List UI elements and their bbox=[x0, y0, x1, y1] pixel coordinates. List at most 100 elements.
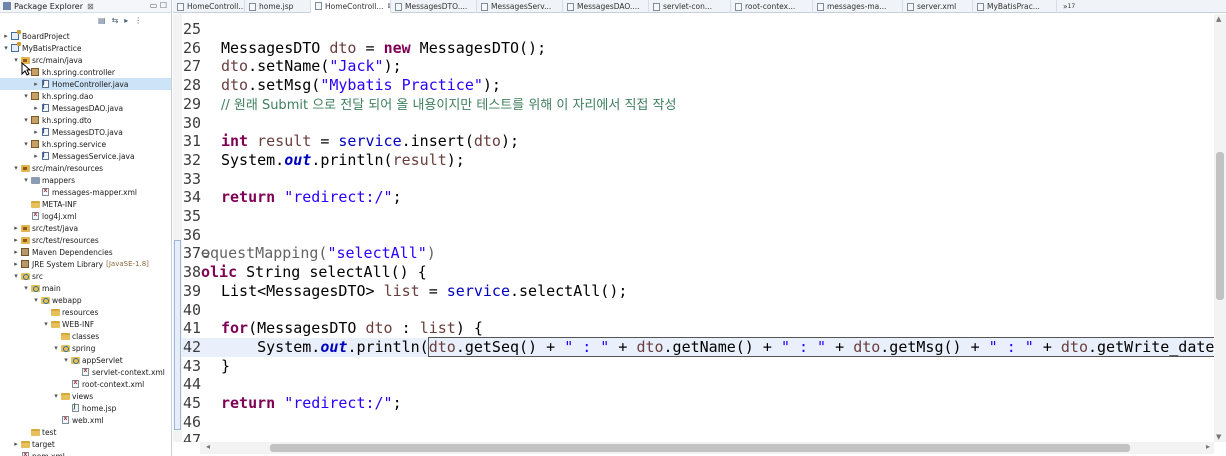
chevron-down-icon[interactable]: ▾ bbox=[12, 56, 20, 64]
tree-item[interactable]: ▾ src/main/resources bbox=[0, 162, 171, 174]
code-line[interactable]: 32 System.out.println(result); bbox=[173, 151, 1213, 170]
tree-item[interactable]: ▾ mappers bbox=[0, 174, 171, 186]
code-editor[interactable]: 25 26 MessagesDTO dto = new MessagesDTO();… bbox=[173, 14, 1226, 442]
chevron-right-icon[interactable]: ▸ bbox=[2, 32, 10, 40]
chevron-right-icon[interactable]: ▸ bbox=[32, 128, 40, 136]
tree-item[interactable]: ▸ MessagesDAO.java bbox=[0, 102, 171, 114]
code-line[interactable]: 44 bbox=[173, 375, 1213, 394]
chevron-right-icon[interactable]: ▸ bbox=[12, 236, 20, 244]
tree-item[interactable]: ▸ target bbox=[0, 438, 171, 450]
chevron-down-icon[interactable]: ▾ bbox=[62, 356, 70, 364]
chevron-down-icon[interactable]: ▾ bbox=[22, 284, 30, 292]
editor-tab[interactable]: root-contex... bbox=[731, 0, 813, 13]
tree-item[interactable]: ▾ MyBatisPractice bbox=[0, 42, 171, 54]
chevron-down-icon[interactable]: ▾ bbox=[52, 344, 60, 352]
more-options-icon[interactable]: ⋮ bbox=[134, 16, 142, 25]
code-line[interactable]: 25 bbox=[173, 20, 1213, 39]
code-line[interactable]: 30 bbox=[173, 114, 1213, 133]
vertical-scroll-thumb[interactable] bbox=[1216, 152, 1224, 300]
chevron-down-icon[interactable]: ▾ bbox=[32, 296, 40, 304]
chevron-down-icon[interactable]: ▾ bbox=[22, 92, 30, 100]
tree-item[interactable]: ▸ src/test/resources bbox=[0, 234, 171, 246]
scroll-right-icon[interactable]: ▸ bbox=[1206, 442, 1210, 451]
tree-item[interactable]: ▾ main bbox=[0, 282, 171, 294]
tree-item[interactable]: messages-mapper.xml bbox=[0, 186, 171, 198]
close-icon[interactable]: ⊠ bbox=[87, 2, 94, 11]
link-with-editor-icon[interactable]: ⇆ bbox=[112, 16, 119, 25]
tree-item[interactable]: ▸ src/test/java bbox=[0, 222, 171, 234]
code-line[interactable]: 34 return "redirect:/"; bbox=[173, 188, 1213, 207]
view-menu-icon[interactable]: ▸ bbox=[124, 16, 128, 25]
tree-item[interactable]: ▾ kh.spring.dto bbox=[0, 114, 171, 126]
chevron-right-icon[interactable]: ▸ bbox=[32, 104, 40, 112]
code-line[interactable]: 26 MessagesDTO dto = new MessagesDTO(); bbox=[173, 39, 1213, 58]
editor-tab[interactable]: messages-ma... bbox=[813, 0, 903, 13]
chevron-down-icon[interactable]: ▾ bbox=[2, 44, 10, 52]
code-line[interactable]: 33 bbox=[173, 170, 1213, 189]
tree-item[interactable]: ▾ appServlet bbox=[0, 354, 171, 366]
tree-item[interactable]: ▾ views bbox=[0, 390, 171, 402]
tree-item[interactable]: ▸ Maven Dependencies bbox=[0, 246, 171, 258]
chevron-down-icon[interactable]: ▾ bbox=[12, 272, 20, 280]
chevron-right-icon[interactable]: ▸ bbox=[12, 224, 20, 232]
tree-item[interactable]: test bbox=[0, 426, 171, 438]
code-line[interactable]: 37⊖ equestMapping("selectAll") bbox=[173, 244, 1213, 263]
editor-tab[interactable]: HomeControll...⊠ bbox=[311, 0, 391, 13]
code-line[interactable]: 36 bbox=[173, 226, 1213, 245]
tree-item[interactable]: ▸ MessagesService.java bbox=[0, 150, 171, 162]
package-explorer-header[interactable]: Package Explorer ⊠ ▭ ☐ bbox=[0, 0, 171, 13]
editor-tab[interactable]: server.xml bbox=[903, 0, 973, 13]
tree-item[interactable]: ▾ src bbox=[0, 270, 171, 282]
minimize-maximize-icons[interactable]: ▭ ☐ bbox=[150, 1, 167, 10]
tree-item[interactable]: home.jsp bbox=[0, 402, 171, 414]
tree-item[interactable]: META-INF bbox=[0, 198, 171, 210]
code-line[interactable]: 41 for(MessagesDTO dto : list) { bbox=[173, 319, 1213, 338]
editor-tab[interactable]: HomeControll... bbox=[173, 0, 245, 13]
chevron-right-icon[interactable]: ▸ bbox=[12, 440, 20, 448]
chevron-down-icon[interactable]: ▾ bbox=[12, 164, 20, 172]
code-line[interactable]: 45 return "redirect:/"; bbox=[173, 394, 1213, 413]
tree-item[interactable]: servlet-context.xml bbox=[0, 366, 171, 378]
code-line[interactable]: 40 bbox=[173, 301, 1213, 320]
tree-item[interactable]: ▾ webapp bbox=[0, 294, 171, 306]
tree-item[interactable]: ▾ kh.spring.service bbox=[0, 138, 171, 150]
code-line[interactable]: 43} bbox=[173, 357, 1213, 376]
tree-item[interactable]: log4j.xml bbox=[0, 210, 171, 222]
code-line[interactable]: 39 List<MessagesDTO> list = service.selec… bbox=[173, 282, 1213, 301]
tree-item[interactable]: ▸ MessagesDTO.java bbox=[0, 126, 171, 138]
scroll-left-icon[interactable]: ◂ bbox=[206, 442, 210, 451]
vertical-scrollbar[interactable]: ▲ ▼ bbox=[1214, 14, 1226, 442]
chevron-right-icon[interactable]: ▸ bbox=[12, 260, 20, 268]
tree-item[interactable]: ▸ JRE System Library [JavaSE-1.8] bbox=[0, 258, 171, 270]
scroll-up-icon[interactable]: ▲ bbox=[1216, 15, 1221, 23]
chevron-down-icon[interactable]: ▾ bbox=[22, 176, 30, 184]
tree-item[interactable]: ▾ kh.spring.dao bbox=[0, 90, 171, 102]
tree-item[interactable]: ▾ spring bbox=[0, 342, 171, 354]
code-line[interactable]: 29 // 원래 Submit 으로 전달 되어 올 내용이지만 테스트를 위해 … bbox=[173, 95, 1213, 114]
tree-item[interactable]: ▸ BoardProject bbox=[0, 30, 171, 42]
tree-item[interactable]: resources bbox=[0, 306, 171, 318]
code-line[interactable]: 42 System.out.println(dto.getSeq() + " :… bbox=[173, 336, 1226, 357]
horizontal-scroll-thumb[interactable] bbox=[270, 444, 1130, 452]
code-line[interactable]: 27 dto.setName("Jack"); bbox=[173, 57, 1213, 76]
code-line[interactable]: 28 dto.setMsg("Mybatis Practice"); bbox=[173, 76, 1213, 95]
tree-item[interactable]: ▾ WEB-INF bbox=[0, 318, 171, 330]
chevron-down-icon[interactable]: ▾ bbox=[52, 392, 60, 400]
editor-tab[interactable]: MyBatisPrac... bbox=[973, 0, 1057, 13]
code-view[interactable]: 25 26 MessagesDTO dto = new MessagesDTO();… bbox=[173, 14, 1226, 442]
code-line[interactable]: 46 bbox=[173, 413, 1213, 432]
chevron-right-icon[interactable]: ▸ bbox=[12, 248, 20, 256]
editor-tab[interactable]: servlet-con... bbox=[649, 0, 731, 13]
collapse-all-icon[interactable]: ▤ bbox=[98, 16, 106, 25]
tab-overflow-button[interactable]: » 17 bbox=[1057, 0, 1081, 13]
horizontal-scrollbar[interactable]: ◂ ▸ bbox=[200, 442, 1214, 454]
chevron-down-icon[interactable]: ▾ bbox=[22, 116, 30, 124]
code-line[interactable]: 38 olic String selectAll() { bbox=[173, 263, 1213, 282]
scroll-down-icon[interactable]: ▼ bbox=[1216, 433, 1221, 441]
code-line[interactable]: 47 bbox=[173, 431, 1213, 442]
editor-tab[interactable]: MessagesServ... bbox=[477, 0, 563, 13]
tree-item[interactable]: ▸ HomeController.java bbox=[0, 78, 171, 90]
tree-item[interactable]: web.xml bbox=[0, 414, 171, 426]
code-line[interactable]: 35 bbox=[173, 207, 1213, 226]
editor-tab[interactable]: MessagesDTO.... bbox=[391, 0, 477, 13]
